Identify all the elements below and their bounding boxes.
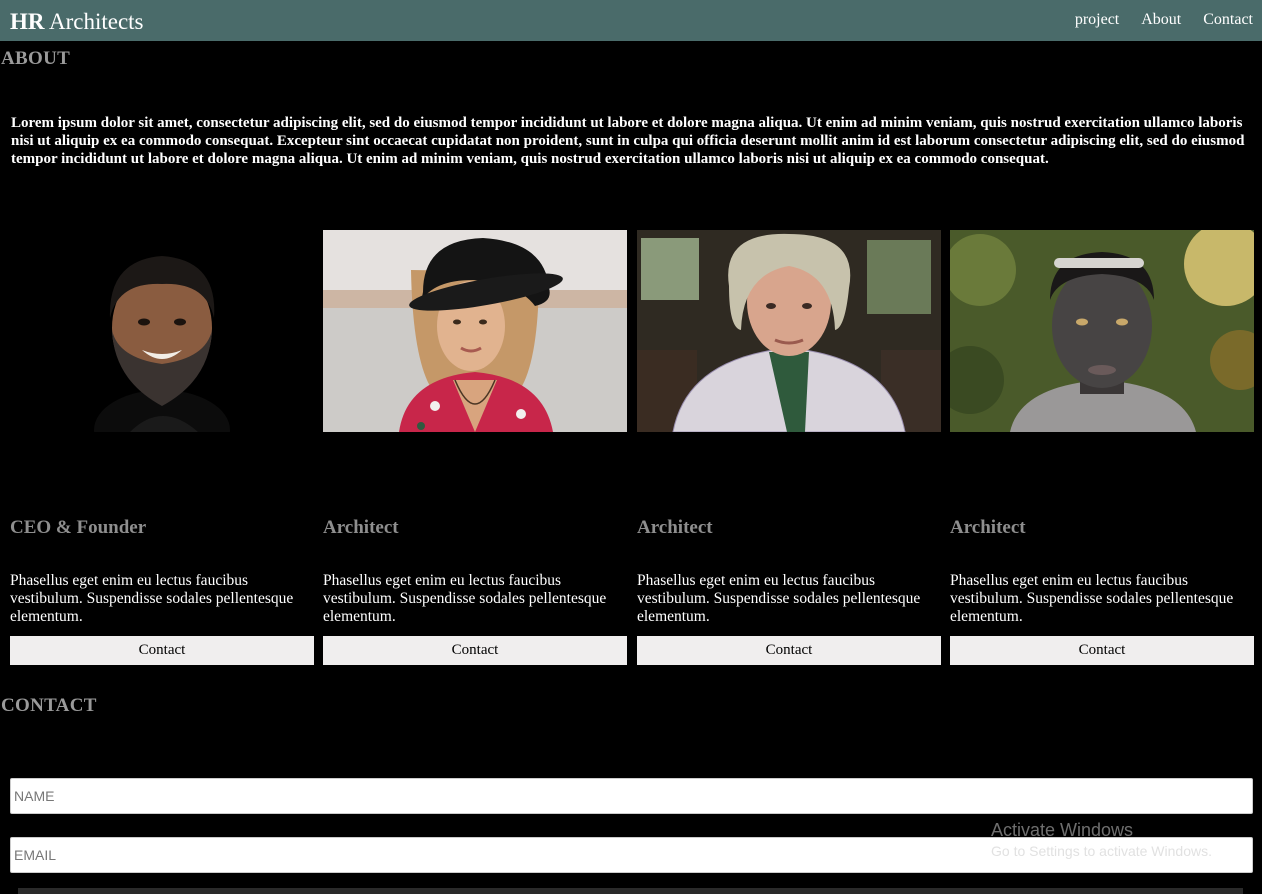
team-card-architect-2: Architect Phasellus eget enim eu lectus …	[637, 230, 941, 670]
contact-button-architect-3[interactable]: Contact	[950, 636, 1254, 665]
team-card-architect-1: Architect Phasellus eget enim eu lectus …	[323, 230, 627, 670]
team-description: Phasellus eget enim eu lectus faucibus v…	[950, 572, 1234, 625]
team-photo-architect-2	[637, 230, 941, 432]
brand-bold: HR	[10, 9, 45, 34]
brand-rest: Architects	[48, 9, 144, 34]
nav-link-about[interactable]: About	[1141, 10, 1181, 30]
next-field-edge	[18, 888, 1243, 894]
contact-button-ceo[interactable]: Contact	[10, 636, 314, 665]
team-photo-ceo	[10, 230, 314, 432]
name-field[interactable]	[10, 778, 1253, 814]
about-heading: ABOUT	[1, 48, 71, 69]
about-text: Lorem ipsum dolor sit amet, consectetur …	[11, 115, 1245, 167]
watermark-title: Activate Windows	[991, 820, 1134, 840]
team-description: Phasellus eget enim eu lectus faucibus v…	[10, 572, 294, 625]
team-description: Phasellus eget enim eu lectus faucibus v…	[637, 572, 921, 625]
team-photo-architect-3	[950, 230, 1254, 432]
team-section: CEO & Founder Phasellus eget enim eu lec…	[10, 230, 1254, 670]
contact-button-architect-2[interactable]: Contact	[637, 636, 941, 665]
nav-link-contact[interactable]: Contact	[1203, 10, 1253, 30]
activate-windows-watermark: Activate Windows Go to Settings to activ…	[991, 819, 1212, 861]
team-role: Architect	[323, 517, 399, 538]
contact-button-architect-1[interactable]: Contact	[323, 636, 627, 665]
brand-logo[interactable]: HR Architects	[10, 8, 144, 36]
watermark-subtitle: Go to Settings to activate Windows.	[991, 843, 1212, 859]
team-card-ceo: CEO & Founder Phasellus eget enim eu lec…	[10, 230, 314, 670]
nav-links: project About Contact	[1053, 10, 1253, 30]
team-role: CEO & Founder	[10, 517, 147, 538]
team-role: Architect	[637, 517, 713, 538]
team-card-architect-3: Architect Phasellus eget enim eu lectus …	[950, 230, 1254, 670]
team-role: Architect	[950, 517, 1026, 538]
team-description: Phasellus eget enim eu lectus faucibus v…	[323, 572, 607, 625]
team-photo-architect-1	[323, 230, 627, 432]
contact-heading: CONTACT	[1, 695, 97, 716]
navbar: HR Architects project About Contact	[0, 0, 1262, 41]
nav-link-project[interactable]: project	[1075, 10, 1119, 30]
